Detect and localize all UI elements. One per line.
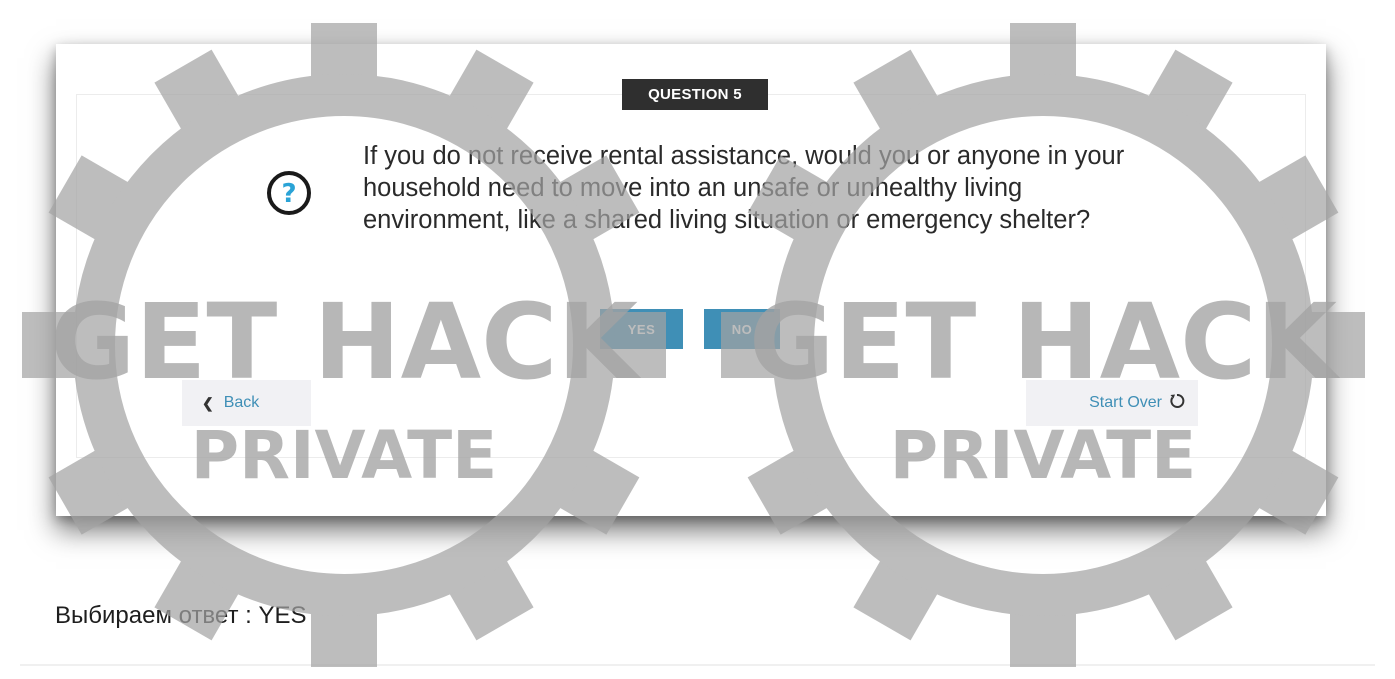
question-number-badge: QUESTION 5 — [622, 79, 768, 110]
start-over-label: Start Over — [1089, 394, 1162, 411]
question-card: QUESTION 5 ? If you do not receive renta… — [56, 44, 1326, 516]
chevron-left-icon: ❮ — [202, 394, 214, 411]
yes-button[interactable]: YES — [600, 309, 683, 349]
back-button[interactable]: ❮ Back — [182, 380, 311, 426]
question-text: If you do not receive rental assistance,… — [363, 142, 1125, 234]
svg-text:?: ? — [281, 179, 296, 209]
help-icon: ? — [256, 171, 322, 215]
no-button[interactable]: NO — [704, 309, 780, 349]
back-label: Back — [223, 394, 260, 411]
start-over-button[interactable]: Start Over — [1026, 380, 1198, 426]
caption-text: Выбираем ответ : YES — [55, 602, 307, 629]
bottom-divider — [20, 664, 1375, 666]
reload-icon — [1168, 392, 1186, 415]
